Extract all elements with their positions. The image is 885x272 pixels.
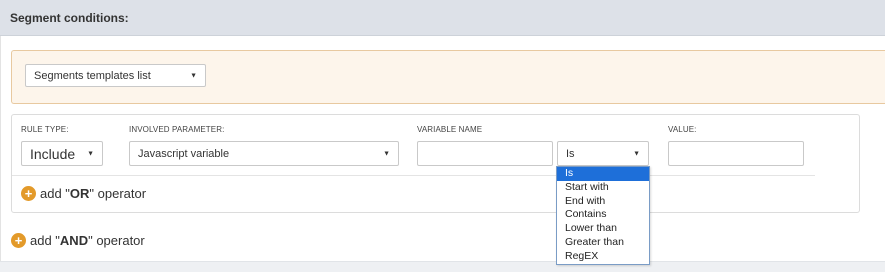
operator-select[interactable]: Is ▼	[557, 141, 649, 166]
plus-circle-icon: +	[21, 186, 36, 201]
add-and-suffix: " operator	[88, 233, 145, 248]
operator-option[interactable]: Contains	[557, 208, 649, 222]
chevron-down-icon: ▼	[190, 72, 197, 79]
operator-option[interactable]: End with	[557, 195, 649, 209]
operator-option[interactable]: RegEX	[557, 250, 649, 264]
add-and-keyword: AND	[59, 233, 89, 248]
rule-type-select[interactable]: Include ▼	[21, 141, 103, 166]
operator-select-value: Is	[566, 147, 575, 160]
value-label: VALUE:	[668, 125, 697, 134]
value-input[interactable]	[668, 141, 804, 166]
operator-option[interactable]: Lower than	[557, 222, 649, 236]
row-divider	[12, 175, 815, 176]
footer-strip	[0, 261, 885, 272]
add-or-operator-button[interactable]: + add " OR " operator	[21, 186, 146, 201]
add-or-prefix: add "	[40, 186, 70, 201]
segments-templates-select[interactable]: Segments templates list ▼	[25, 64, 206, 87]
operator-option[interactable]: Greater than	[557, 236, 649, 250]
involved-parameter-select-value: Javascript variable	[138, 147, 230, 160]
variable-name-label: VARIABLE NAME	[417, 125, 483, 134]
chevron-down-icon: ▼	[87, 150, 94, 157]
involved-parameter-label: INVOLVED PARAMETER:	[129, 125, 225, 134]
rule-type-select-value: Include	[30, 145, 76, 162]
operator-option[interactable]: Start with	[557, 181, 649, 195]
plus-circle-icon: +	[11, 233, 26, 248]
add-and-operator-button[interactable]: + add " AND " operator	[11, 233, 145, 248]
variable-name-input[interactable]	[417, 141, 553, 166]
add-or-keyword: OR	[69, 186, 90, 201]
add-or-suffix: " operator	[89, 186, 147, 201]
rule-type-label: RULE TYPE:	[21, 125, 69, 134]
add-and-prefix: add "	[30, 233, 60, 248]
chevron-down-icon: ▼	[633, 150, 640, 157]
operator-option[interactable]: Is	[557, 167, 649, 181]
panel-header: Segment conditions:	[0, 0, 885, 36]
panel-title: Segment conditions:	[10, 11, 129, 25]
operator-dropdown-list[interactable]: Is Start with End with Contains Lower th…	[556, 166, 650, 265]
involved-parameter-select[interactable]: Javascript variable ▼	[129, 141, 399, 166]
chevron-down-icon: ▼	[383, 150, 390, 157]
segments-templates-select-value: Segments templates list	[34, 69, 151, 82]
